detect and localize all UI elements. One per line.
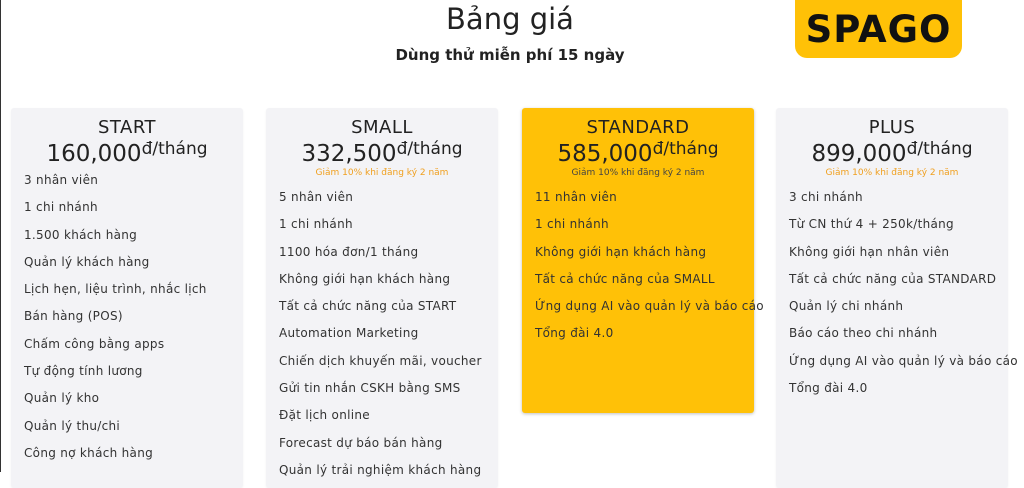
discount-note: Giảm 10% khi đăng ký 2 năm xyxy=(825,168,959,178)
feature-item: 3 nhân viên xyxy=(24,173,99,187)
discount-note: Giảm 10% khi đăng ký 2 năm xyxy=(315,168,449,178)
feature-item: Không giới hạn khách hàng xyxy=(535,244,707,259)
feature-item: Tổng đài 4.0 xyxy=(789,381,868,396)
plan-name: SMALL xyxy=(351,117,413,138)
price-amount: 585,000 xyxy=(557,141,653,167)
feature-item: 11 nhân viên xyxy=(535,190,618,204)
plan-price: 899,000đ/tháng xyxy=(776,139,1008,167)
feature-item: 1100 hóa đơn/1 tháng xyxy=(279,244,419,259)
feature-item: Công nợ khách hàng xyxy=(24,445,154,460)
feature-item: Tất cả chức năng của STANDARD xyxy=(789,271,997,286)
plan-card-standard[interactable]: STANDARD 585,000đ/tháng Giảm 10% khi đăn… xyxy=(522,108,764,413)
price-unit: đ/tháng xyxy=(652,139,719,159)
feature-item: Chấm công bằng apps xyxy=(24,336,165,351)
plan-price: 160,000đ/tháng xyxy=(11,139,243,167)
feature-item: Automation Marketing xyxy=(279,326,419,341)
feature-list: 11 nhân viên 1 chi nhánh Không giới hạn … xyxy=(522,184,764,348)
price-unit: đ/tháng xyxy=(396,139,463,159)
feature-item: Ứng dụng AI vào quản lý và báo cáo xyxy=(789,353,1018,368)
discount-note: Giảm 10% khi đăng ký 2 năm xyxy=(571,168,705,178)
plan-name: PLUS xyxy=(868,117,916,138)
feature-item: Từ CN thứ 4 + 250k/tháng xyxy=(789,217,954,232)
feature-item: Gửi tin nhắn CSKH bằng SMS xyxy=(279,381,461,396)
feature-item: Tất cả chức năng của START xyxy=(279,299,457,314)
feature-item: Tự động tính lương xyxy=(24,364,143,379)
feature-item: Báo cáo theo chi nhánh xyxy=(789,326,938,341)
feature-item: 1 chi nhánh xyxy=(279,217,353,232)
price-amount: 899,000 xyxy=(811,141,907,167)
price-unit: đ/tháng xyxy=(141,139,208,159)
feature-item: Quản lý kho xyxy=(24,391,100,406)
plan-price: 585,000đ/tháng xyxy=(522,139,754,167)
page-left-border xyxy=(0,0,1,472)
plan-name: STANDARD xyxy=(586,117,690,138)
plan-name: START xyxy=(97,117,157,138)
feature-item: 1 chi nhánh xyxy=(24,200,98,215)
price-amount: 332,500 xyxy=(301,141,397,167)
plan-card-plus[interactable]: PLUS 899,000đ/tháng Giảm 10% khi đăng ký… xyxy=(776,108,1018,488)
feature-item: Quản lý khách hàng xyxy=(24,254,150,269)
feature-item: Không giới hạn nhân viên xyxy=(789,244,950,259)
feature-item: 1 chi nhánh xyxy=(535,217,609,232)
feature-list: 5 nhân viên 1 chi nhánh 1100 hóa đơn/1 t… xyxy=(266,184,498,484)
price-unit: đ/tháng xyxy=(906,139,973,159)
feature-item: 5 nhân viên xyxy=(279,190,354,204)
feature-item: Quản lý trải nghiệm khách hàng xyxy=(279,462,482,477)
feature-item: Bán hàng (POS) xyxy=(24,309,123,324)
feature-item: Tất cả chức năng của SMALL xyxy=(535,271,715,286)
plan-card-start[interactable]: START 160,000đ/tháng 3 nhân viên 1 chi n… xyxy=(11,108,243,488)
feature-list: 3 nhân viên 1 chi nhánh 1.500 khách hàng… xyxy=(11,167,243,467)
logo-text: SPAGO xyxy=(805,7,952,51)
feature-item: Chiến dịch khuyến mãi, voucher xyxy=(279,353,482,368)
feature-item: 3 chi nhánh xyxy=(789,190,863,204)
feature-item: Không giới hạn khách hàng xyxy=(279,271,451,286)
plan-price: 332,500đ/tháng xyxy=(266,139,498,167)
feature-item: Quản lý thu/chi xyxy=(24,418,121,433)
feature-item: Ứng dụng AI vào quản lý và báo cáo xyxy=(535,299,764,314)
feature-item: Đặt lịch online xyxy=(279,408,370,423)
feature-item: Forecast dự báo bán hàng xyxy=(279,435,443,450)
spago-logo[interactable]: SPAGO xyxy=(795,0,962,58)
feature-item: Tổng đài 4.0 xyxy=(535,326,614,341)
plan-card-small[interactable]: SMALL 332,500đ/tháng Giảm 10% khi đăng k… xyxy=(266,108,498,488)
price-amount: 160,000 xyxy=(46,141,142,167)
feature-list: 3 chi nhánh Từ CN thứ 4 + 250k/tháng Khô… xyxy=(776,184,1018,402)
feature-item: 1.500 khách hàng xyxy=(24,227,138,242)
feature-item: Lịch hẹn, liệu trình, nhắc lịch xyxy=(24,282,207,297)
feature-item: Quản lý chi nhánh xyxy=(789,299,904,314)
